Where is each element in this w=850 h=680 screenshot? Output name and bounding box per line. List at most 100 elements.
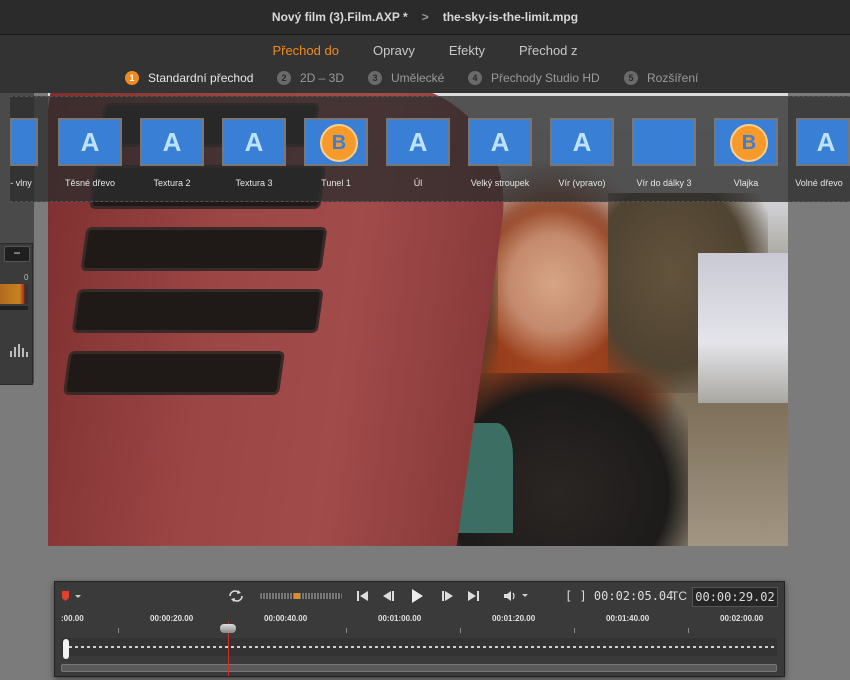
scrub-track[interactable]	[61, 638, 777, 659]
timecode-label: TC	[671, 589, 687, 603]
transition-preview-icon: B	[304, 118, 368, 166]
transition-thumb-texture-2[interactable]: A Textura 2	[140, 118, 204, 198]
transition-thumb-loose-wood[interactable]: A Volné dřevo	[795, 118, 850, 198]
player-panel: [ ] 00:02:05.04 TC 00:00:29.02 :00.00 00…	[54, 581, 785, 677]
editor-toolbar: Přechod do Opravy Efekty Přechod z 1 Stan…	[0, 35, 850, 93]
transition-thumb-texture-3[interactable]: A Textura 3	[222, 118, 286, 198]
subtab-2d-3d[interactable]: 2 2D – 3D	[277, 71, 344, 85]
timeline-scrollbar[interactable]	[61, 664, 777, 672]
transition-thumb-hive[interactable]: A Úl	[386, 118, 450, 198]
transition-glyph: A	[244, 127, 264, 157]
next-frame-icon[interactable]	[441, 589, 455, 603]
breadcrumb-separator: >	[421, 10, 429, 24]
marker-dropdown-icon[interactable]	[61, 590, 83, 602]
tab-corrections[interactable]: Opravy	[356, 43, 432, 58]
transition-glyph: A	[80, 127, 100, 157]
subtab-standard[interactable]: 1 Standardní přechod	[125, 71, 253, 85]
ruler-label: 00:01:20.00	[492, 614, 536, 623]
transition-thumb-swirl-right[interactable]: A Vír (vpravo)	[550, 118, 614, 198]
ruler-tick	[118, 628, 119, 633]
transition-preview-icon: B	[714, 118, 778, 166]
ruler-label: 00:00:20.00	[150, 614, 194, 623]
ruler-tick	[460, 628, 461, 633]
ruler-tick	[574, 628, 575, 633]
transition-label: Volné dřevo	[795, 178, 843, 188]
transition-preview-icon: A	[468, 118, 532, 166]
subtab-extensions[interactable]: 5 Rozšíření	[624, 71, 698, 85]
ruler-tick	[688, 628, 689, 633]
audio-level-meter	[0, 284, 28, 304]
go-to-end-icon[interactable]	[466, 589, 480, 603]
ruler-label: 00:01:40.00	[606, 614, 650, 623]
transition-preview-icon: A	[222, 118, 286, 166]
transition-preview-icon	[10, 118, 38, 166]
shuttle-jog-indicator	[294, 593, 300, 599]
previous-frame-icon[interactable]	[381, 589, 395, 603]
subtab-label: Umělecké	[391, 71, 445, 85]
transition-glyph: A	[490, 127, 510, 157]
equalizer-icon[interactable]	[10, 343, 28, 357]
tab-transition-out[interactable]: Přechod z	[502, 43, 595, 58]
subtab-number: 1	[125, 71, 139, 85]
ruler-label: 00:00:40.00	[264, 614, 308, 623]
video-lake	[698, 253, 788, 403]
subtab-label: Rozšíření	[647, 71, 699, 85]
grille-slat	[80, 227, 328, 271]
category-tabs: Přechod do Opravy Efekty Přechod z	[0, 35, 850, 65]
transition-label: Vlajka	[733, 178, 759, 188]
ruler-label: :00.00	[61, 614, 84, 623]
transition-preview-icon: A	[796, 118, 850, 166]
project-name: Nový film (3).Film.AXP *	[271, 10, 408, 24]
subtab-number: 4	[468, 71, 482, 85]
subtab-artistic[interactable]: 3 Umělecké	[368, 71, 444, 85]
playhead-handle[interactable]	[220, 624, 236, 633]
scrub-track-dots	[69, 646, 775, 648]
audio-level-meter-secondary	[0, 306, 28, 310]
tab-transition-in[interactable]: Přechod do	[255, 43, 356, 58]
subtab-label: Standardní přechod	[148, 71, 254, 85]
transition-glyph: A	[572, 127, 592, 157]
title-bar: Nový film (3).Film.AXP * > the-sky-is-th…	[0, 0, 850, 35]
grille-slat	[62, 351, 286, 395]
transition-preview-icon	[632, 118, 696, 166]
ruler-tick	[346, 628, 347, 633]
subtab-number: 2	[277, 71, 291, 85]
clip-name: the-sky-is-the-limit.mpg	[442, 10, 579, 24]
minus-button[interactable]: −	[4, 246, 30, 262]
transition-thumb-tunnel-1[interactable]: B Tunel 1	[304, 118, 368, 198]
subtab-label: Přechody Studio HD	[491, 71, 600, 85]
ruler-label: 00:01:00.00	[378, 614, 422, 623]
loop-icon[interactable]	[227, 589, 245, 603]
transition-preview-icon: A	[140, 118, 204, 166]
in-point-marker[interactable]	[63, 639, 69, 659]
subtab-number: 3	[368, 71, 382, 85]
subcategory-tabs: 1 Standardní přechod 2 2D – 3D 3 Umělecké 4…	[0, 67, 850, 89]
subtab-studio-hd[interactable]: 4 Přechody Studio HD	[468, 71, 600, 85]
shuttle-jog-control[interactable]	[260, 593, 342, 599]
transition-glyph: A	[816, 127, 836, 157]
transition-thumb-tight-wood[interactable]: A Těsné dřevo	[58, 118, 122, 198]
transition-thumb-waves[interactable]: - vlny	[10, 118, 40, 198]
go-to-start-icon[interactable]	[356, 589, 370, 603]
volume-dropdown-icon[interactable]	[502, 589, 530, 603]
timecode-field[interactable]: 00:00:29.02	[692, 587, 778, 607]
transition-preview-icon: A	[386, 118, 450, 166]
transition-glyph: A	[408, 127, 428, 157]
audio-meter-box	[0, 243, 33, 385]
transition-glyph: A	[162, 127, 182, 157]
tab-effects[interactable]: Efekty	[432, 43, 502, 58]
transition-preview-icon: A	[58, 118, 122, 166]
transition-preview-icon: A	[550, 118, 614, 166]
grille-slat	[71, 289, 324, 333]
transition-thumb-flag[interactable]: B Vlajka	[714, 118, 778, 198]
play-icon[interactable]	[409, 587, 425, 605]
transition-list: - vlny A Těsné dřevo A Textura 2 A Textu…	[0, 96, 850, 200]
time-ruler[interactable]: :00.00 00:00:20.00 00:00:40.00 00:01:00.…	[61, 614, 777, 638]
ruler-label: 00:02:00.00	[720, 614, 764, 623]
meter-zero-label: 0	[24, 273, 29, 282]
clip-duration: [ ] 00:02:05.04	[565, 589, 674, 603]
transition-glyph: B	[320, 124, 358, 162]
subtab-number: 5	[624, 71, 638, 85]
transition-thumb-swirl-far-3[interactable]: Vír do dálky 3	[632, 118, 696, 198]
transition-thumb-big-step[interactable]: A Velký stroupek	[468, 118, 532, 198]
